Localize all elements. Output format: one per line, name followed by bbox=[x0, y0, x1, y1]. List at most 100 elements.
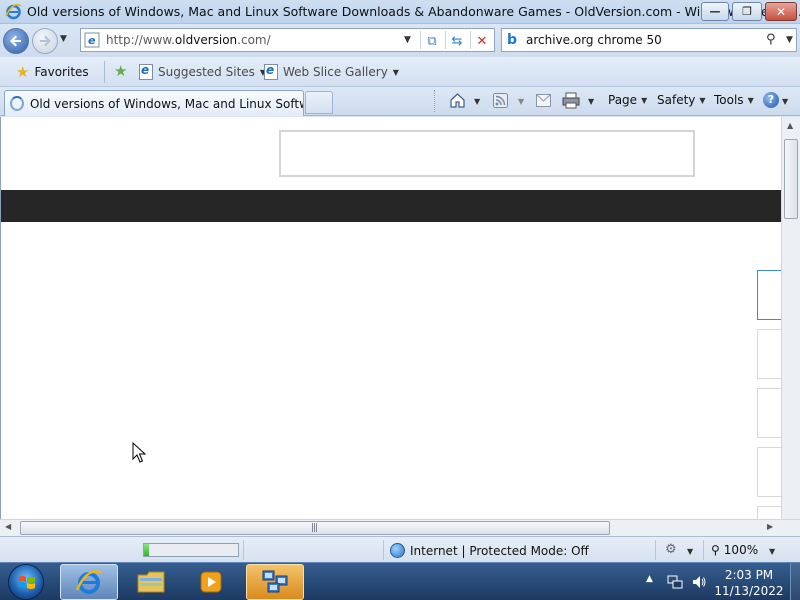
zoom-dropdown-icon[interactable]: ▼ bbox=[769, 547, 775, 556]
side-panel-box[interactable] bbox=[757, 447, 781, 497]
horizontal-scrollbar[interactable]: ◀ ||| ▶ bbox=[0, 519, 800, 536]
address-bar[interactable]: e http://www.oldversion.com/ ▼ ⧉ ⇆ ✕ bbox=[80, 28, 495, 52]
chevron-down-icon: ▼ bbox=[392, 67, 399, 77]
taskbar-network-app[interactable] bbox=[246, 564, 304, 600]
windows-logo-icon bbox=[19, 576, 35, 589]
start-button[interactable] bbox=[8, 564, 44, 600]
new-tab-button[interactable] bbox=[305, 91, 333, 114]
horizontal-scroll-thumb[interactable]: ||| bbox=[20, 521, 610, 535]
loading-icon bbox=[10, 96, 24, 111]
taskbar-file-explorer[interactable] bbox=[122, 564, 180, 600]
network-icon bbox=[262, 570, 288, 593]
site-navigation-band bbox=[1, 190, 781, 222]
scroll-grip-icon: ||| bbox=[311, 523, 318, 533]
network-status-icon[interactable] bbox=[667, 574, 683, 590]
globe-icon bbox=[390, 543, 405, 558]
tools-menu[interactable]: Tools ▼ bbox=[714, 93, 754, 107]
status-divider bbox=[655, 540, 656, 560]
maximize-button[interactable]: ❐ bbox=[732, 2, 762, 21]
side-panel-box[interactable] bbox=[757, 506, 781, 519]
folder-icon bbox=[137, 571, 165, 593]
show-hidden-icons-icon[interactable]: ▲ bbox=[646, 574, 653, 584]
vertical-scroll-thumb[interactable] bbox=[784, 139, 798, 219]
taskbar-media-player[interactable] bbox=[182, 564, 240, 600]
status-divider bbox=[703, 540, 704, 560]
security-zone[interactable]: Internet | Protected Mode: Off bbox=[390, 543, 589, 558]
favorites-bar: ★ Favorites ★ Suggested Sites ▼ Web Slic… bbox=[0, 57, 800, 87]
favorites-item-web-slice-gallery[interactable]: Web Slice Gallery ▼ bbox=[264, 63, 399, 80]
internet-explorer-icon bbox=[5, 4, 22, 20]
tab-oldversion[interactable]: Old versions of Windows, Mac and Linux S… bbox=[4, 90, 304, 116]
mouse-cursor-icon bbox=[132, 442, 146, 463]
window-title-bar[interactable]: Old versions of Windows, Mac and Linux S… bbox=[0, 0, 800, 24]
add-to-favorites-bar-icon[interactable]: ★ bbox=[114, 64, 127, 79]
show-desktop-button[interactable] bbox=[790, 563, 800, 600]
scroll-right-icon[interactable]: ▶ bbox=[767, 522, 773, 531]
system-clock[interactable]: 2:03 PM 11/13/2022 bbox=[710, 567, 788, 599]
minimize-icon: — bbox=[709, 5, 721, 18]
zoom-control[interactable]: ⚲ 100% bbox=[711, 543, 758, 557]
home-icon[interactable] bbox=[449, 92, 466, 109]
chevron-down-icon: ▼ bbox=[641, 95, 648, 105]
popup-dropdown-icon[interactable]: ▼ bbox=[687, 547, 693, 556]
page-icon bbox=[264, 63, 278, 80]
close-button[interactable]: ✕ bbox=[765, 2, 797, 21]
recent-pages-dropdown-icon[interactable]: ▼ bbox=[60, 34, 67, 44]
taskbar-internet-explorer[interactable] bbox=[60, 564, 118, 600]
refresh-icon[interactable]: ⇆ bbox=[448, 32, 466, 50]
page-icon bbox=[139, 63, 153, 80]
popup-blocker-icon[interactable]: ⚙ bbox=[665, 542, 677, 557]
chevron-down-icon: ▼ bbox=[747, 95, 754, 105]
search-box[interactable]: b archive.org chrome 50 ⚲ ▼ bbox=[501, 28, 797, 52]
side-panel-box[interactable] bbox=[757, 329, 781, 379]
scroll-up-icon[interactable]: ▲ bbox=[787, 121, 793, 130]
minimize-button[interactable]: — bbox=[701, 2, 729, 21]
help-icon[interactable]: ? bbox=[763, 92, 779, 108]
clock-time: 2:03 PM bbox=[724, 568, 774, 582]
window-title: Old versions of Windows, Mac and Linux S… bbox=[27, 4, 800, 19]
status-divider bbox=[243, 540, 244, 560]
chevron-down-icon: ▼ bbox=[699, 95, 706, 105]
home-dropdown-icon[interactable]: ▼ bbox=[474, 97, 480, 106]
scroll-left-icon[interactable]: ◀ bbox=[5, 522, 11, 531]
favorites-button[interactable]: ★ Favorites bbox=[10, 61, 97, 83]
page-favicon-icon: e bbox=[84, 32, 100, 48]
zoom-icon: ⚲ bbox=[711, 543, 720, 557]
safety-menu[interactable]: Safety ▼ bbox=[657, 93, 706, 107]
page-menu[interactable]: Page ▼ bbox=[608, 93, 647, 107]
feeds-dropdown-icon[interactable]: ▼ bbox=[518, 97, 524, 106]
address-separator bbox=[420, 31, 421, 49]
volume-icon[interactable] bbox=[691, 574, 707, 590]
address-dropdown-icon[interactable]: ▼ bbox=[404, 35, 411, 45]
favorites-separator bbox=[104, 61, 105, 83]
navigation-bar: ▼ e http://www.oldversion.com/ ▼ ⧉ ⇆ ✕ b… bbox=[0, 24, 800, 57]
favorites-item-suggested-sites[interactable]: Suggested Sites ▼ bbox=[139, 63, 266, 80]
bing-icon: b bbox=[507, 32, 518, 48]
help-dropdown-icon[interactable]: ▼ bbox=[782, 97, 788, 106]
security-zone-label: Internet | Protected Mode: Off bbox=[410, 543, 589, 558]
mail-icon[interactable] bbox=[536, 94, 551, 107]
back-button[interactable] bbox=[3, 28, 29, 54]
side-panel-box[interactable] bbox=[757, 388, 781, 438]
banner-placeholder bbox=[279, 130, 695, 177]
search-input[interactable]: archive.org chrome 50 bbox=[526, 33, 662, 47]
side-panel-box[interactable] bbox=[757, 270, 781, 320]
page-menu-label: Page bbox=[608, 93, 638, 107]
print-dropdown-icon[interactable]: ▼ bbox=[588, 97, 594, 106]
search-dropdown-icon[interactable]: ▼ bbox=[786, 35, 793, 45]
search-icon[interactable]: ⚲ bbox=[766, 32, 776, 47]
forward-button[interactable] bbox=[32, 28, 58, 54]
tab-label: Old versions of Windows, Mac and Linux S… bbox=[29, 96, 303, 111]
maximize-icon: ❐ bbox=[742, 5, 752, 18]
feeds-icon[interactable] bbox=[493, 93, 508, 108]
stop-icon[interactable]: ✕ bbox=[473, 32, 491, 50]
web-page-content[interactable] bbox=[0, 117, 781, 519]
command-bar-grip[interactable] bbox=[434, 90, 437, 112]
address-url[interactable]: http://www.oldversion.com/ bbox=[106, 33, 271, 47]
compatibility-view-icon[interactable]: ⧉ bbox=[423, 32, 441, 50]
print-icon[interactable] bbox=[562, 92, 580, 109]
status-divider bbox=[383, 540, 384, 560]
vertical-scrollbar[interactable]: ▲ bbox=[781, 117, 800, 519]
page-load-progress bbox=[143, 543, 239, 557]
progress-fill bbox=[144, 544, 149, 556]
